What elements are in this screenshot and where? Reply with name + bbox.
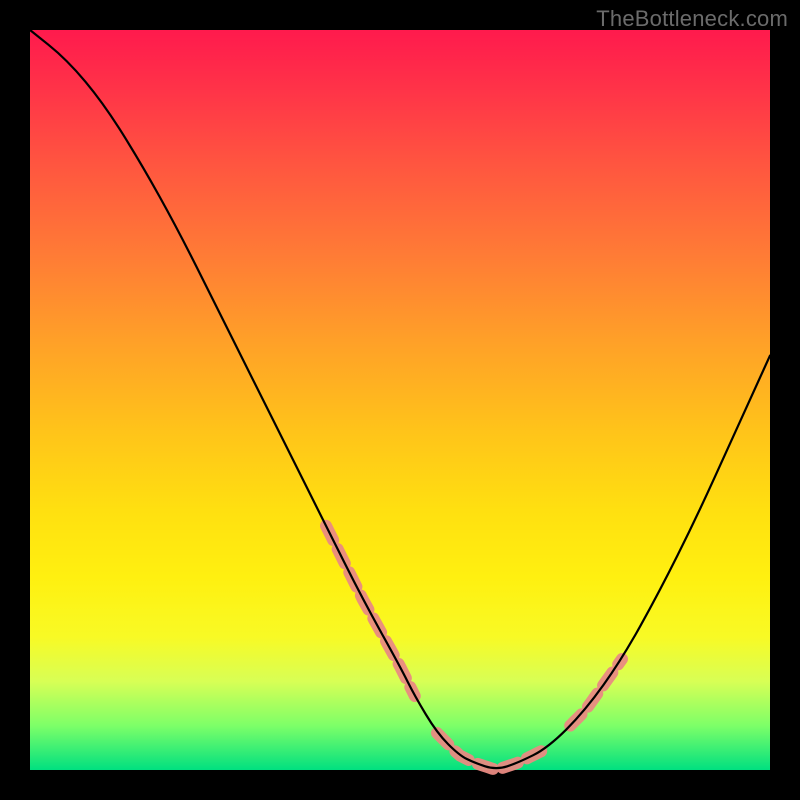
- bottleneck-curve: [30, 30, 770, 768]
- highlight-segment-1: [437, 733, 548, 770]
- line-layer: [30, 30, 770, 768]
- chart-frame: TheBottleneck.com: [0, 0, 800, 800]
- curve-svg: [30, 30, 770, 770]
- watermark-text: TheBottleneck.com: [596, 6, 788, 32]
- highlight-layer: [326, 526, 622, 770]
- plot-area: [30, 30, 770, 770]
